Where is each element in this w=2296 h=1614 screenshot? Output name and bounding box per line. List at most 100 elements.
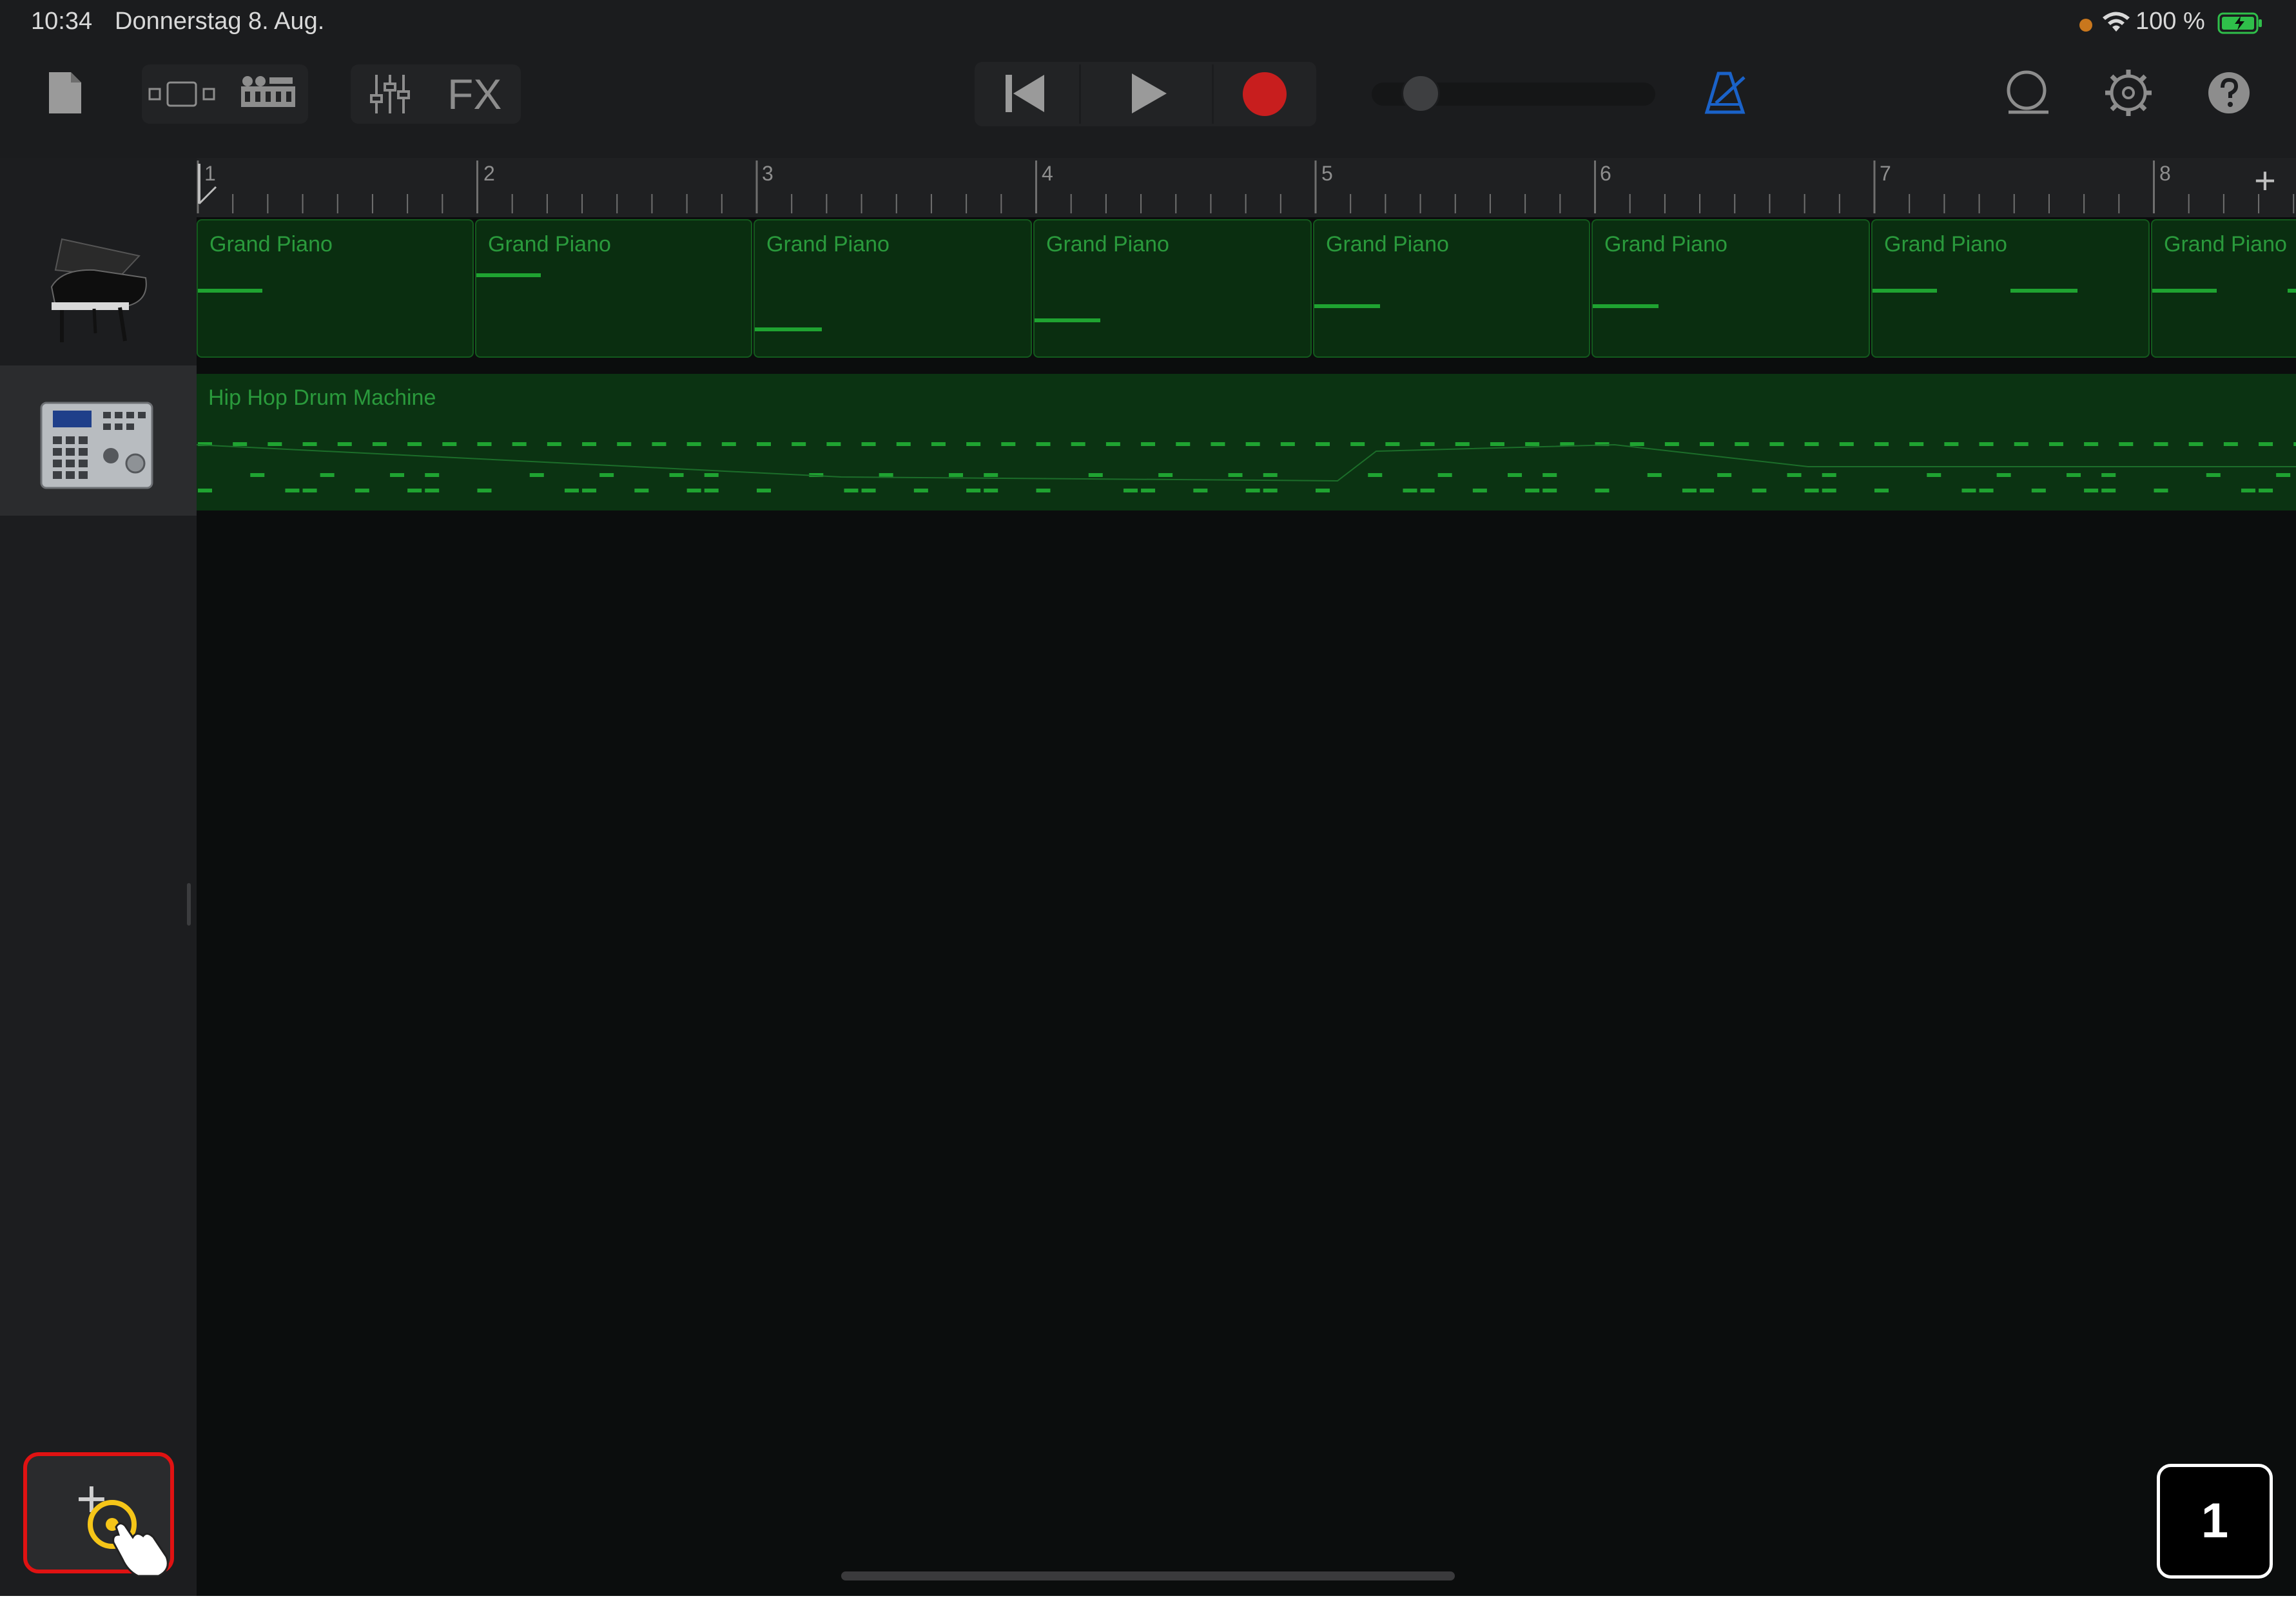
drum-note [1700, 442, 1715, 446]
drum-note [512, 442, 527, 446]
drum-note [2084, 489, 2099, 492]
drum-note [757, 489, 771, 492]
drum-note [2067, 473, 2081, 477]
drum-note [896, 442, 911, 446]
battery-icon [2217, 12, 2262, 34]
drum-note [1420, 442, 1435, 446]
grand-piano-icon [50, 238, 147, 342]
drum-note [1141, 489, 1156, 492]
volume-slider-knob[interactable] [1401, 74, 1440, 113]
drum-note [861, 442, 876, 446]
loop-icon[interactable] [2002, 70, 2051, 116]
drum-note [1647, 473, 1662, 477]
drum-note [1420, 489, 1435, 492]
region-hip-hop-drum-machine[interactable]: Hip Hop Drum Machine [197, 374, 2296, 510]
drum-note [2101, 473, 2116, 477]
region-grand-piano[interactable]: Grand Piano [197, 219, 474, 358]
region-label: Grand Piano [1604, 232, 1727, 257]
midi-note [2010, 289, 2077, 293]
drum-note [2031, 489, 2046, 492]
rewind-icon[interactable] [1003, 72, 1048, 115]
region-label: Grand Piano [488, 232, 611, 257]
drum-note [913, 489, 928, 492]
drum-note [2101, 489, 2116, 492]
drum-note [425, 489, 440, 492]
drum-pattern [197, 442, 2296, 492]
drum-note [1472, 489, 1487, 492]
fx-button[interactable]: FX [447, 70, 501, 119]
drum-note [302, 442, 317, 446]
settings-icon[interactable] [2104, 68, 2153, 117]
drum-note [2119, 442, 2134, 446]
drum-note [1228, 473, 1243, 477]
drum-note [1752, 489, 1767, 492]
drum-note [1350, 442, 1365, 446]
drum-note [233, 442, 248, 446]
drum-note [1123, 489, 1138, 492]
region-grand-piano[interactable]: Grand Piano [1871, 219, 2150, 358]
midi-note [755, 327, 822, 331]
home-indicator[interactable] [841, 1571, 1455, 1580]
drum-note [721, 442, 736, 446]
region-label: Grand Piano [1884, 232, 2007, 257]
add-section-button[interactable]: + [2254, 159, 2276, 202]
drum-note [1717, 473, 1732, 477]
drum-note [1001, 442, 1016, 446]
status-time: 10:34 [31, 8, 93, 35]
region-grand-piano[interactable]: Grand Piano [1591, 219, 1870, 358]
loop-browser-icon[interactable] [238, 73, 298, 115]
drum-note [949, 473, 964, 477]
help-icon[interactable] [2207, 71, 2251, 115]
drum-note [757, 442, 771, 446]
drum-note [477, 442, 492, 446]
metronome-icon[interactable] [1704, 70, 1748, 116]
add-track-button[interactable]: + [23, 1452, 174, 1577]
record-icon[interactable] [1241, 71, 1288, 117]
drum-note [1787, 473, 1802, 477]
drum-note [1961, 489, 1976, 492]
drum-note [1630, 442, 1644, 446]
drum-note [966, 489, 981, 492]
midi-note [2152, 289, 2217, 293]
track-header-grand-piano[interactable] [0, 217, 197, 365]
midi-note [1873, 289, 1937, 293]
region-grand-piano[interactable]: Grand Piano [1313, 219, 1590, 358]
region-grand-piano[interactable]: Grand Piano [754, 219, 1032, 358]
drum-note [2154, 489, 2168, 492]
track-header-drum-machine[interactable] [0, 365, 197, 516]
track-header-resize-handle[interactable] [187, 883, 191, 926]
drum-note [1996, 473, 2011, 477]
tracks-view-icon[interactable] [147, 79, 217, 110]
ruler[interactable]: 1 2 3 4 5 6 7 8 + [197, 158, 2296, 217]
drum-note [1316, 442, 1330, 446]
drum-note [1804, 442, 1819, 446]
drum-note [302, 489, 317, 492]
page-number-badge: 1 [2157, 1464, 2273, 1579]
touch-indicator-icon [88, 1500, 169, 1577]
drum-note [1385, 442, 1400, 446]
region-grand-piano[interactable]: Grand Piano [475, 219, 752, 358]
document-icon[interactable] [46, 70, 84, 116]
drum-note [2206, 473, 2221, 477]
bar-number: 7 [1880, 162, 1891, 185]
drum-note [1211, 442, 1225, 446]
drum-note [2259, 489, 2273, 492]
play-icon[interactable] [1129, 71, 1169, 116]
region-grand-piano[interactable]: Grand Piano [2151, 219, 2296, 358]
drum-note [686, 442, 701, 446]
drum-note [1245, 489, 1260, 492]
drum-note [1874, 489, 1889, 492]
drum-note [1769, 442, 1784, 446]
drum-note [268, 442, 282, 446]
mixer-icon[interactable] [369, 71, 411, 117]
region-grand-piano[interactable]: Grand Piano [1033, 219, 1312, 358]
drum-note [1437, 473, 1452, 477]
drum-note [2188, 442, 2203, 446]
drum-note [599, 473, 614, 477]
drum-note [547, 442, 561, 446]
drum-note [1508, 473, 1523, 477]
playhead-icon[interactable] [197, 161, 222, 206]
drum-note [2014, 442, 2028, 446]
drum-note [1490, 442, 1504, 446]
drum-note [529, 473, 544, 477]
